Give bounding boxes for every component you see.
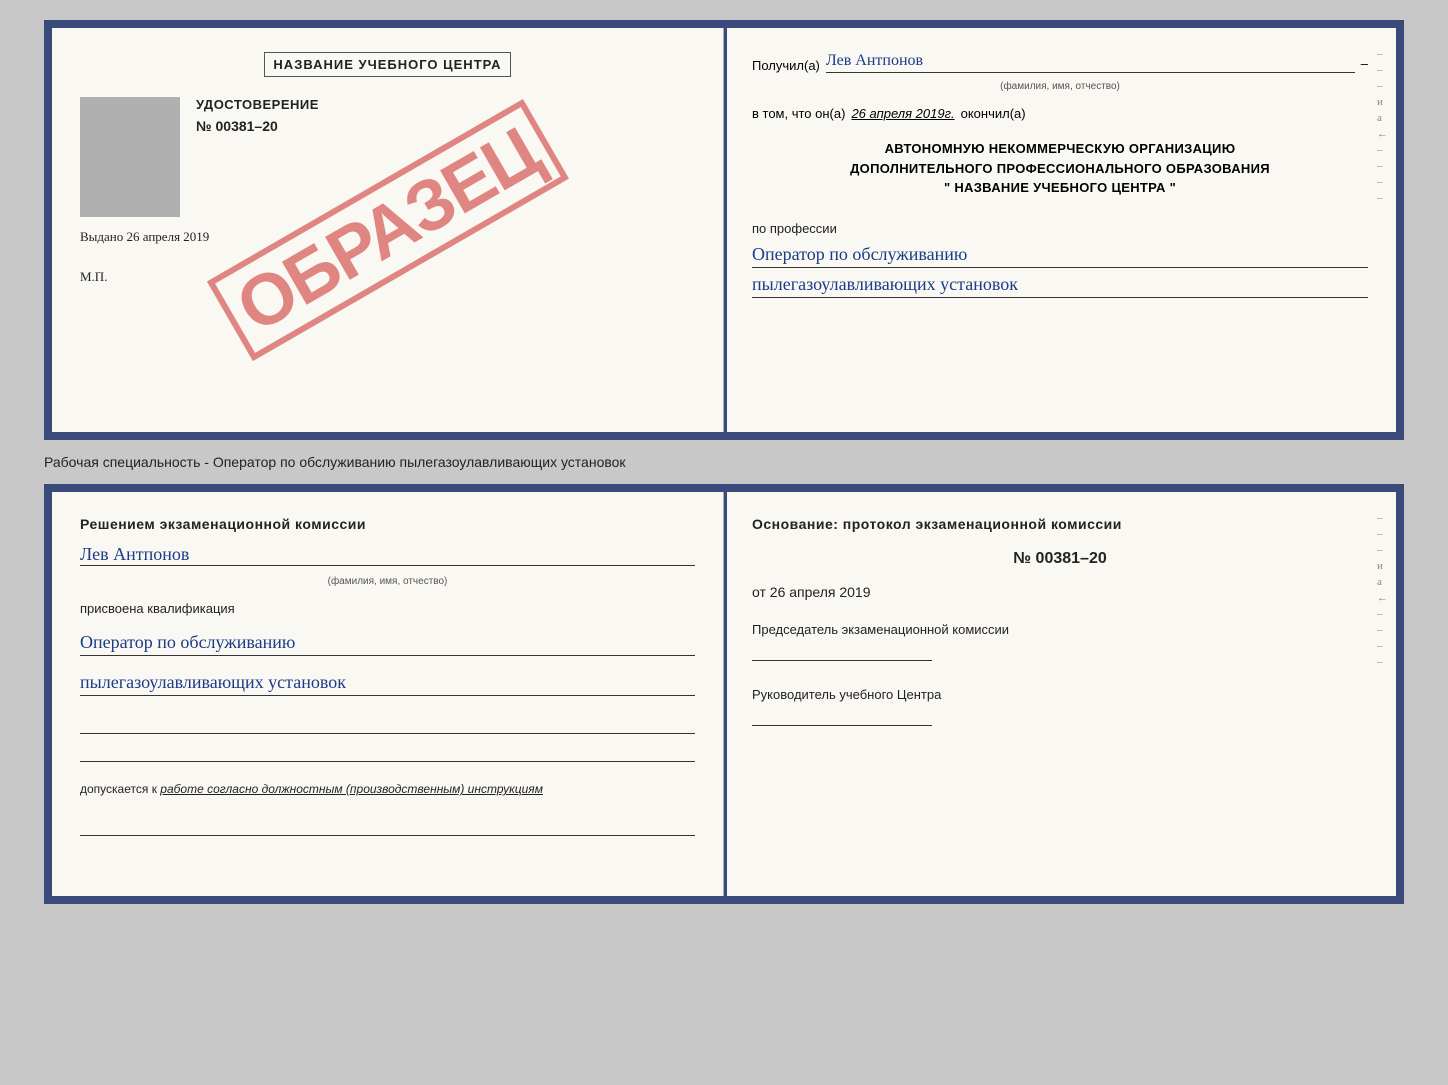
profession-line1: Оператор по обслуживанию — [752, 242, 1368, 268]
qual-right-side-marks: –––иа←–––– — [1377, 512, 1388, 668]
protocol-number: № 00381–20 — [752, 550, 1368, 568]
profession-label: по профессии — [752, 221, 837, 236]
date-value: 26 апреля 2019г. — [851, 106, 954, 121]
protocol-date: от 26 апреля 2019 — [752, 584, 1368, 600]
org-block: АВТОНОМНУЮ НЕКОММЕРЧЕСКУЮ ОРГАНИЗАЦИЮ ДО… — [752, 139, 1368, 198]
issued-date-value: 26 апреля 2019 — [127, 229, 210, 244]
photo-placeholder — [80, 97, 180, 217]
received-label: Получил(а) — [752, 58, 820, 73]
dopusk-label: допускается к — [80, 782, 157, 796]
qual-line1: Оператор по обслуживанию — [80, 630, 695, 656]
right-side-marks: –––иа←–––– — [1377, 48, 1388, 204]
recipient-name: Лев Антпонов — [826, 52, 1355, 73]
dopusk-value: работе согласно должностным (производств… — [160, 782, 543, 796]
proto-date-value: 26 апреля 2019 — [770, 584, 871, 600]
profession-line2: пылегазоулавливающих установок — [752, 272, 1368, 298]
rukovoditel-signature-block: Руководитель учебного Центра — [752, 687, 1368, 726]
rukovoditel-sig-line — [752, 706, 932, 726]
training-center-title: НАЗВАНИЕ УЧЕБНОГО ЦЕНТРА — [264, 52, 510, 77]
qual-left-page: Решением экзаменационной комиссии Лев Ан… — [52, 492, 724, 896]
issued-label: Выдано — [80, 229, 123, 244]
rukovoditel-label: Руководитель учебного Центра — [752, 687, 1368, 702]
certificate-book: НАЗВАНИЕ УЧЕБНОГО ЦЕНТРА УДОСТОВЕРЕНИЕ №… — [44, 20, 1404, 440]
cert-inner-text: УДОСТОВЕРЕНИЕ № 00381–20 — [196, 97, 319, 217]
udostoverenie-label: УДОСТОВЕРЕНИЕ — [196, 97, 319, 112]
qual-line2: пылегазоулавливающих установок — [80, 670, 695, 696]
separator-label: Рабочая специальность - Оператор по обсл… — [44, 452, 1404, 472]
dash-after-name: – — [1361, 56, 1368, 73]
dopuskaetsya-block: допускается к работе согласно должностны… — [80, 780, 695, 798]
fio-subtitle-qual: (фамилия, имя, отчество) — [80, 576, 695, 587]
qual-spine-line — [724, 492, 727, 896]
empty-line-3 — [80, 816, 695, 836]
profession-block: по профессии Оператор по обслуживанию пы… — [752, 220, 1368, 298]
qualification-book: Решением экзаменационной комиссии Лев Ан… — [44, 484, 1404, 904]
empty-signature-lines — [80, 714, 695, 762]
org-line3: " НАЗВАНИЕ УЧЕБНОГО ЦЕНТРА " — [752, 178, 1368, 198]
date-line: в том, что он(а) 26 апреля 2019г. окончи… — [752, 106, 1368, 121]
chairman-sig-line — [752, 641, 932, 661]
komissia-person-name: Лев Антпонов — [80, 544, 695, 566]
cert-left-content: УДОСТОВЕРЕНИЕ № 00381–20 — [80, 97, 695, 217]
document-wrapper: НАЗВАНИЕ УЧЕБНОГО ЦЕНТРА УДОСТОВЕРЕНИЕ №… — [44, 20, 1404, 904]
cert-number: № 00381–20 — [196, 118, 319, 134]
issued-date: Выдано 26 апреля 2019 — [80, 229, 695, 245]
date-prefix: в том, что он(а) — [752, 106, 845, 121]
fio-subtitle-cert: (фамилия, имя, отчество) — [752, 81, 1368, 92]
proto-date-prefix: от — [752, 584, 766, 600]
spine-line — [724, 28, 727, 432]
date-suffix: окончил(а) — [961, 106, 1026, 121]
qual-right-page: Основание: протокол экзаменационной коми… — [724, 492, 1396, 896]
mp-line: М.П. — [80, 269, 695, 285]
chairman-label: Председатель экзаменационной комиссии — [752, 622, 1368, 637]
empty-line-2 — [80, 742, 695, 762]
komissia-title: Решением экзаменационной комиссии — [80, 516, 695, 532]
osnovaniye-title: Основание: протокол экзаменационной коми… — [752, 516, 1368, 532]
cert-left-page: НАЗВАНИЕ УЧЕБНОГО ЦЕНТРА УДОСТОВЕРЕНИЕ №… — [52, 28, 724, 432]
cert-right-page: Получил(а) Лев Антпонов – (фамилия, имя,… — [724, 28, 1396, 432]
chairman-signature-block: Председатель экзаменационной комиссии — [752, 622, 1368, 661]
received-line: Получил(а) Лев Антпонов – — [752, 52, 1368, 73]
org-line2: ДОПОЛНИТЕЛЬНОГО ПРОФЕССИОНАЛЬНОГО ОБРАЗО… — [752, 159, 1368, 179]
empty-line-1 — [80, 714, 695, 734]
prisvoena-label: присвоена квалификация — [80, 601, 695, 616]
org-line1: АВТОНОМНУЮ НЕКОММЕРЧЕСКУЮ ОРГАНИЗАЦИЮ — [752, 139, 1368, 159]
